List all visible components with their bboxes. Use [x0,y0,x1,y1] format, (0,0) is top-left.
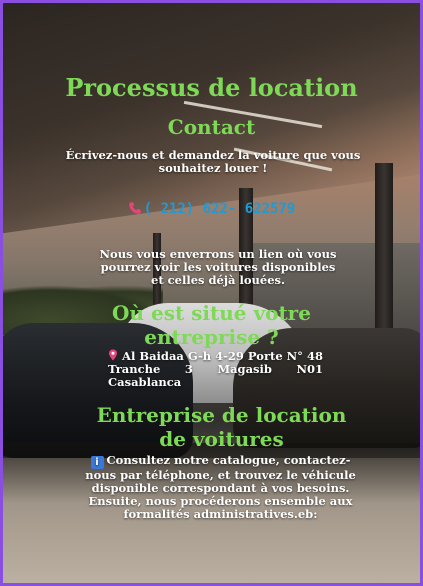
contact-heading: Contact [167,115,256,139]
phone-icon [128,202,141,214]
phone-number[interactable]: ( 212) 622- 622579 [144,201,296,217]
content: Processus de location Contact Écrivez-no… [3,3,420,583]
page-frame: Processus de location Contact Écrivez-no… [0,0,423,586]
address-text: Al Baidaa G-h 4-29 Porte N° 48 Tranche 3… [108,349,323,389]
contact-followup: Nous vous enverrons un lien où vous pour… [99,247,337,287]
page-title: Processus de location [65,73,358,102]
company-description-block: i Consultez notre catalogue, contactez-no… [83,454,358,521]
address-block: Al Baidaa G-h 4-29 Porte N° 48 Tranche 3… [108,349,323,389]
location-heading: Où est situé votre entreprise ? [112,301,311,349]
company-description: Consultez notre catalogue, contactez-nou… [85,453,356,521]
company-heading: Entreprise de location de voitures [96,403,347,451]
contact-intro: Écrivez-nous et demandez la voiture que … [65,148,361,175]
phone-line[interactable]: ( 212) 622- 622579 [3,201,420,217]
pin-icon [109,349,117,361]
